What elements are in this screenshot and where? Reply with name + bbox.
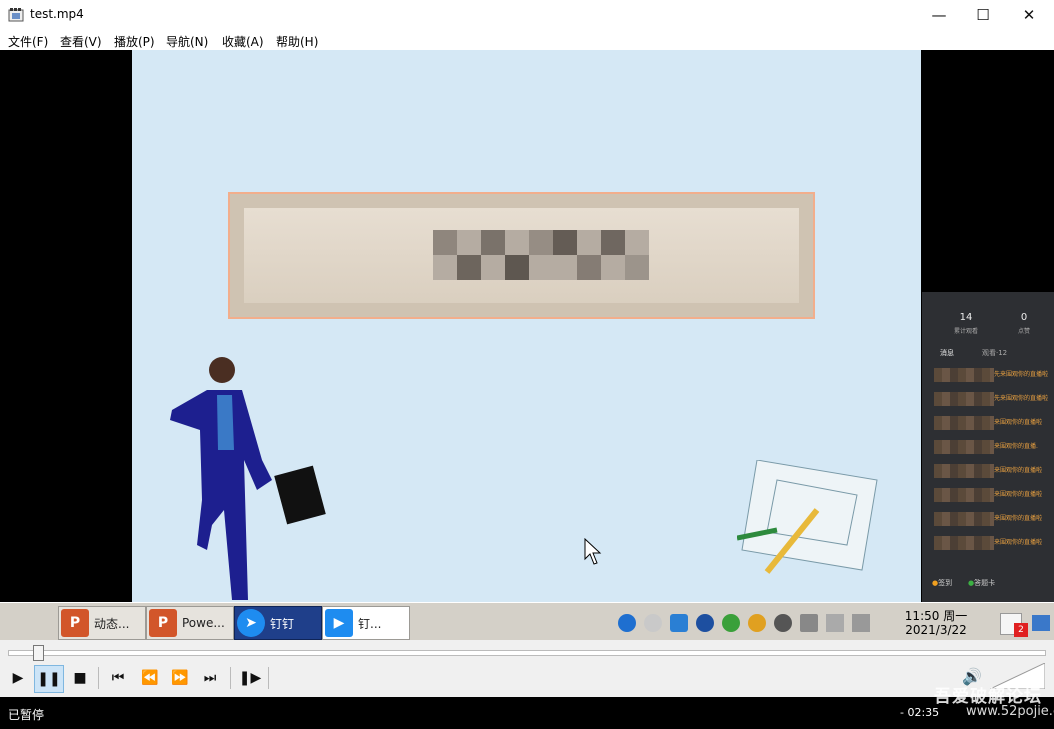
tab-messages[interactable]: 消息 [940,348,954,358]
recorded-clock: 11:50 周一 2021/3/22 [904,609,968,637]
bluetooth-icon [696,614,714,632]
watermark-url: www.52pojie.cn [966,704,1054,719]
task-dynamic: P 动态... [58,606,146,640]
likes-label: 点赞 [1017,328,1030,335]
recorded-taskbar: P 动态... P Powe... ➤ 钉钉 ▶ 钉... 11:50 周一 2021/3… [0,602,1054,641]
dingtalk-icon: ➤ [237,609,265,637]
maximize-icon[interactable]: ☐ [960,0,1006,30]
powerpoint-icon: P [61,609,89,637]
close-icon[interactable]: ✕ [1006,0,1052,30]
chat-message: 先来围观你的直播啦 [934,388,1048,410]
stop-icon[interactable]: ■ [66,665,94,691]
forward-icon[interactable]: ⏩ [166,665,194,691]
tray-icon [800,614,818,632]
menu-play[interactable]: 播放(P) [114,33,155,50]
menu-file[interactable]: 文件(F) [8,33,48,50]
presentation-slide [132,50,921,602]
playback-state: 已暂停 [8,708,45,722]
seek-thumb[interactable] [33,645,44,661]
chat-message: 来围观你的直播啦 [934,484,1044,506]
quiz-button[interactable]: ●答题卡 [968,578,995,588]
tray-icon [748,614,766,632]
minimize-icon[interactable]: — [916,0,962,30]
title-banner [228,192,815,319]
pixelated-title [433,230,649,280]
play-icon[interactable]: ▶ [4,665,32,691]
menu-navigate[interactable]: 导航(N) [166,33,208,50]
previous-icon[interactable]: ⏮ [104,665,132,691]
tv-icon: ▶ [325,609,353,637]
cursor-icon [584,538,602,565]
tab-viewers[interactable]: 观看·12 [982,348,1007,358]
blueprint-image [737,460,878,574]
tray-icon [618,614,636,632]
separator [230,667,231,689]
chat-message: 来围观你的直播. [934,436,1044,458]
chat-message: 来围观你的直播啦 [934,460,1044,482]
tray-icon [670,614,688,632]
task-dingtalk: ➤ 钉钉 [234,606,322,640]
desktop-icon [1032,615,1050,631]
live-chat-panel: 14 累计观看 0 点赞 消息 观看·12 先来围观你的直播啦 先来围观你的直播… [922,292,1054,602]
task-dingtalk-live: ▶ 钉... [322,606,410,640]
title-bar [0,0,1054,30]
tray-icon [774,614,792,632]
tray-icon [644,614,662,632]
viewers-count: 14 [959,312,973,323]
chat-message: 来围观你的直播啦 [934,532,1044,554]
businessman-image [170,357,326,600]
menu-bar [0,30,1054,50]
remaining-time: - 02:35 [900,706,940,719]
next-icon[interactable]: ⏭ [196,665,224,691]
frame-step-icon[interactable]: ❚▶ [236,665,264,691]
video-frame[interactable]: 14 累计观看 0 点赞 消息 观看·12 先来围观你的直播啦 先来围观你的直播… [0,50,1054,640]
task-powerpoint: P Powe... [146,606,234,640]
shield-icon [722,614,740,632]
separator [268,667,269,689]
chat-message: 来围观你的直播啦 [934,412,1044,434]
chat-message: 先来围观你的直播啦 [934,364,1048,386]
powerpoint-icon: P [149,609,177,637]
viewers-label: 累计观看 [953,328,978,335]
speaker-icon [852,614,870,632]
signal-icon [826,614,844,632]
menu-help[interactable]: 帮助(H) [276,33,318,50]
chat-message: 来围观你的直播啦 [934,508,1044,530]
window-title: test.mp4 [30,7,84,21]
likes-count: 0 [1020,312,1028,323]
film-icon [8,8,24,22]
rewind-icon[interactable]: ⏪ [136,665,164,691]
pause-icon[interactable]: ❚❚ [34,665,64,693]
notification-badge: 2 [1014,623,1028,637]
menu-favorites[interactable]: 收藏(A) [222,33,264,50]
seek-bar[interactable] [8,650,1046,656]
menu-view[interactable]: 查看(V) [60,33,102,50]
separator [98,667,99,689]
checkin-button[interactable]: ●签到 [932,578,952,588]
status-bar [0,697,1054,729]
